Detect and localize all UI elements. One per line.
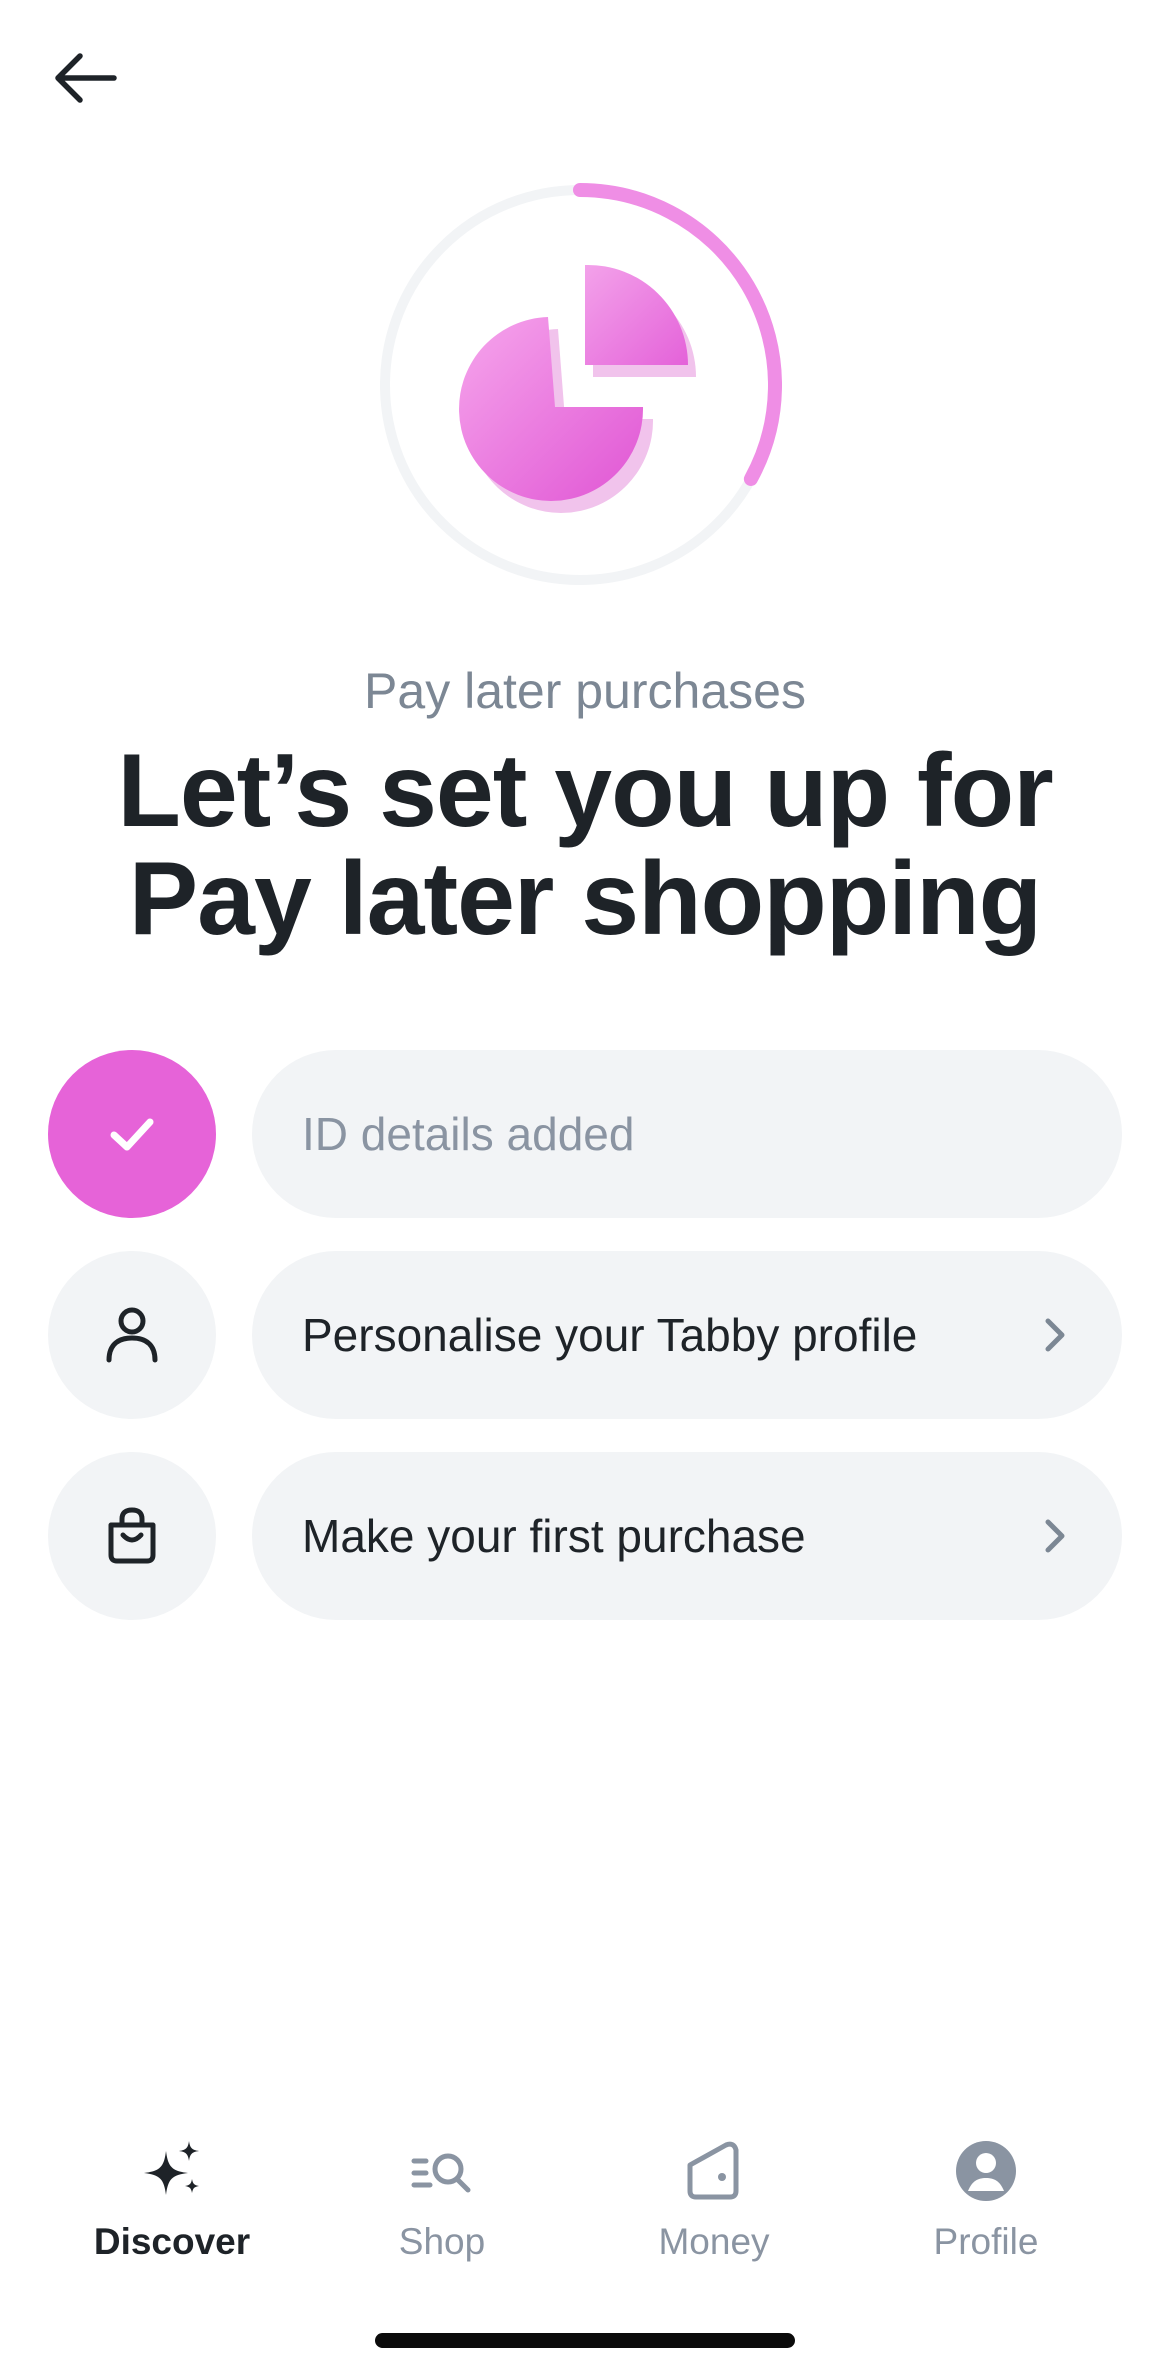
sparkle-icon <box>144 2141 199 2195</box>
check-icon <box>110 1118 154 1151</box>
step-status-purchase <box>48 1452 216 1620</box>
step-status-personalise <box>48 1251 216 1419</box>
tab-discover[interactable]: Discover <box>52 2135 292 2285</box>
person-icon <box>106 1307 158 1363</box>
step-first-purchase[interactable]: Make your first purchase <box>252 1452 1122 1620</box>
tab-label: Money <box>658 2221 770 2262</box>
tab-money[interactable]: Money <box>594 2135 834 2285</box>
home-indicator[interactable] <box>375 2333 795 2348</box>
bottom-tab-bar: Discover Shop Money Profile <box>0 2135 1170 2285</box>
tab-label: Shop <box>398 2221 486 2262</box>
tab-label: Profile <box>933 2221 1039 2262</box>
profile-circle-icon <box>956 2141 1016 2201</box>
hero-illustration <box>370 175 800 605</box>
back-button[interactable] <box>50 48 120 108</box>
arrow-left-icon <box>55 53 117 103</box>
tab-profile[interactable]: Profile <box>866 2135 1106 2285</box>
chevron-right-icon <box>1045 1318 1065 1352</box>
chevron-right-icon <box>1045 1519 1065 1553</box>
list-search-icon <box>411 2153 471 2193</box>
step-label: ID details added <box>302 1108 635 1160</box>
step-personalise-profile[interactable]: Personalise your Tabby profile <box>252 1251 1122 1419</box>
step-label: Make your first purchase <box>302 1510 806 1562</box>
tab-shop[interactable]: Shop <box>322 2135 562 2285</box>
page-title: Let’s set you up for Pay later shopping <box>117 733 1053 957</box>
shopping-bag-icon <box>108 1507 156 1564</box>
step-id-details: ID details added <box>252 1050 1122 1218</box>
wallet-icon <box>687 2141 739 2200</box>
step-label: Personalise your Tabby profile <box>302 1309 918 1361</box>
step-status-completed <box>48 1050 216 1218</box>
pie-chart-3d-icon <box>459 264 696 513</box>
tab-label: Discover <box>93 2221 251 2262</box>
section-subtitle: Pay later purchases <box>364 663 806 719</box>
